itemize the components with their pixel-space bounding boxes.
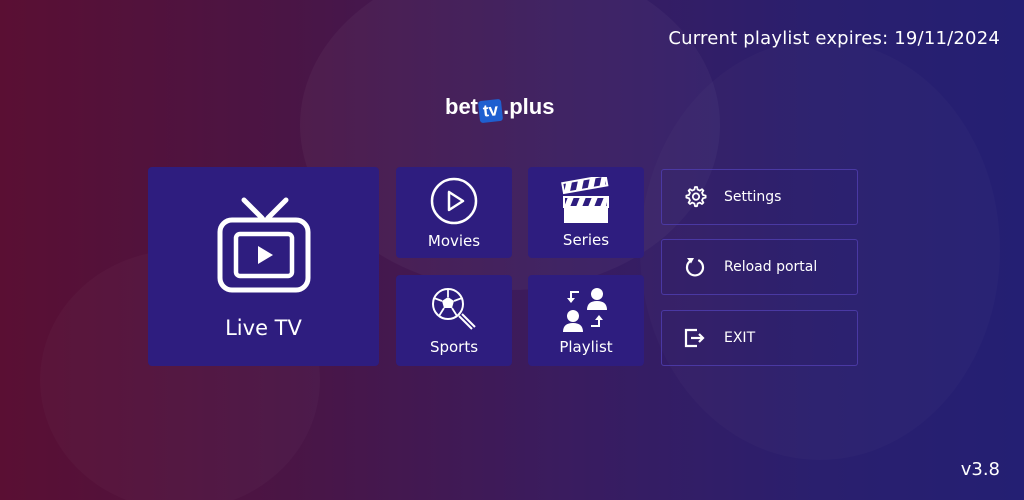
reload-portal-button[interactable]: Reload portal <box>661 239 858 295</box>
reload-icon <box>682 254 708 280</box>
soccer-ball-icon <box>430 286 478 332</box>
play-circle-icon <box>429 176 479 226</box>
exit-label: EXIT <box>724 330 756 346</box>
settings-button[interactable]: Settings <box>661 169 858 225</box>
playlist-tile[interactable]: Playlist <box>528 275 644 366</box>
sports-label: Sports <box>429 337 479 356</box>
exit-button[interactable]: EXIT <box>661 310 858 366</box>
sports-tile[interactable]: Sports <box>396 275 512 366</box>
gear-icon <box>682 184 708 210</box>
movies-tile[interactable]: Movies <box>396 167 512 258</box>
tv-icon <box>216 194 312 294</box>
clapperboard-icon <box>560 176 612 225</box>
movies-label: Movies <box>427 231 481 250</box>
playlist-label: Playlist <box>559 337 613 356</box>
series-tile[interactable]: Series <box>528 167 644 258</box>
switch-users-icon <box>561 286 611 332</box>
settings-label: Settings <box>724 189 782 205</box>
logo-text-bet: bet <box>445 94 478 119</box>
app-logo: bet tv .plus <box>445 92 555 124</box>
logo-text-plus: .plus <box>503 94 555 119</box>
live-tv-label: Live TV <box>225 315 302 340</box>
playlist-expiry-text: Current playlist expires: 19/11/2024 <box>668 28 1000 49</box>
exit-icon <box>682 325 708 351</box>
app-version: v3.8 <box>960 459 1000 480</box>
live-tv-tile[interactable]: Live TV <box>148 167 379 366</box>
reload-portal-label: Reload portal <box>724 259 818 275</box>
logo-text-tv: tv <box>477 98 504 124</box>
series-label: Series <box>562 230 610 249</box>
